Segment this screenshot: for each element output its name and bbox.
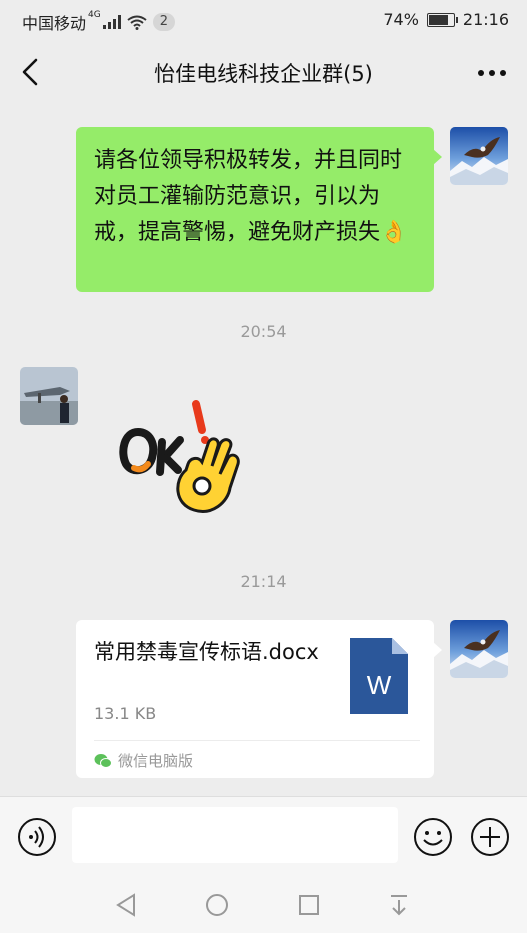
sender-avatar[interactable] — [20, 367, 78, 425]
plus-icon — [471, 818, 509, 856]
battery-icon — [426, 12, 458, 27]
notification-badge: 2 — [152, 13, 175, 31]
file-size: 13.1 KB — [94, 704, 157, 723]
timestamp: 21:14 — [240, 572, 287, 591]
voice-button[interactable] — [17, 817, 57, 857]
eagle-avatar-icon — [450, 620, 508, 678]
person-photo-avatar-icon — [20, 367, 78, 425]
clock: 21:16 — [462, 10, 509, 29]
battery-percent: 74% — [383, 10, 419, 29]
timestamp: 20:54 — [240, 322, 287, 341]
eagle-avatar-icon — [450, 127, 508, 185]
signal-icon — [102, 15, 121, 29]
triangle-back-icon — [116, 893, 135, 917]
ok-hand-sticker[interactable] — [116, 392, 256, 522]
bubble-tail — [433, 149, 442, 165]
nav-recents-button[interactable] — [292, 888, 326, 922]
emoji-icon — [414, 818, 452, 856]
file-name: 常用禁毒宣传标语.docx — [94, 640, 319, 664]
more-button[interactable] — [475, 60, 509, 86]
nav-home-button[interactable] — [200, 888, 234, 922]
wifi-icon — [127, 15, 147, 30]
self-avatar[interactable] — [450, 127, 508, 185]
network-label: 4G — [88, 10, 101, 20]
word-letter: W — [367, 670, 392, 700]
ok-hand-icon — [119, 400, 240, 513]
carrier-label: 中国移动 — [22, 14, 87, 33]
chat-title: 怡佳电线科技企业群(5) — [154, 62, 373, 86]
pull-down-icon — [391, 895, 407, 916]
word-document-icon: W — [350, 638, 408, 714]
file-source-label: 微信电脑版 — [118, 752, 194, 770]
emoji-button[interactable] — [413, 817, 453, 857]
nav-back-button[interactable] — [110, 888, 144, 922]
nav-pull-down-button[interactable] — [382, 888, 416, 922]
divider — [94, 740, 420, 741]
plus-button[interactable] — [470, 817, 510, 857]
message-text: 请各位领导积极转发，并且同时对员工灌输防范意识，引以为戒，提高警惕，避免财产损失… — [94, 148, 408, 245]
chat-header: 怡佳电线科技企业群(5) — [0, 38, 527, 108]
status-bar: 中国移动 4G 2 74% 21:16 — [0, 0, 527, 38]
bubble-tail — [433, 642, 442, 658]
self-avatar[interactable] — [450, 620, 508, 678]
system-nav-bar — [0, 878, 527, 933]
more-dots-icon — [478, 70, 506, 76]
input-bar — [0, 796, 527, 879]
message-input[interactable] — [72, 807, 398, 863]
wechat-icon — [94, 753, 112, 768]
file-message-card[interactable]: 常用禁毒宣传标语.docx 13.1 KB W 微信电脑版 — [76, 620, 442, 778]
file-source: 微信电脑版 — [94, 750, 193, 771]
circle-home-icon — [206, 894, 228, 916]
voice-icon — [18, 818, 56, 856]
square-recents-icon — [299, 895, 319, 915]
message-bubble-self[interactable]: 请各位领导积极转发，并且同时对员工灌输防范意识，引以为戒，提高警惕，避免财产损失… — [76, 127, 442, 292]
